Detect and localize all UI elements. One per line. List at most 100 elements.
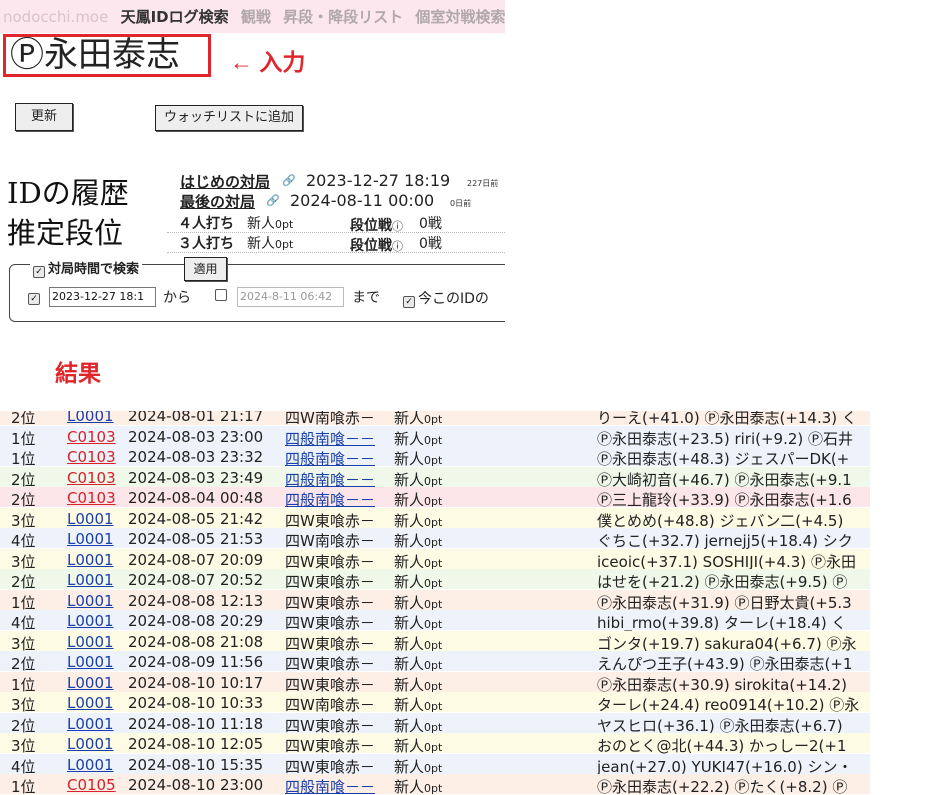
table-row: 1位 C0103 2024-08-03 23:00 四般南喰－－ Ⓟ永田泰志(+23.5… [0, 425, 870, 448]
dan-cell: 新人0pt [394, 778, 443, 795]
rank-war-count: 0戦 [419, 216, 442, 232]
rank-mode: ４人打ち [178, 216, 234, 232]
results-table: 2位 L0001 2024-08-01 21:17 四W南喰赤－ りーえ(+41.0) … [0, 411, 870, 795]
refresh-button[interactable]: 更新 [15, 103, 73, 131]
table-row: 2位 L0001 2024-08-10 11:18 四W東喰赤－ ヤスヒロ(+36.1)… [0, 712, 870, 735]
table-row: 1位 C0103 2024-08-03 23:32 四般南喰－－ Ⓟ永田泰志(+48.3… [0, 446, 870, 468]
game-date-cell: 2024-08-08 21:08 [128, 632, 264, 651]
lobby-link[interactable]: C0103 [67, 448, 116, 466]
lobby-link[interactable]: L0001 [67, 510, 114, 528]
game-date-cell: 2024-08-03 23:49 [128, 468, 264, 487]
last-game-date: 2024-08-11 00:00 [290, 191, 435, 210]
table-row: 2位 C0103 2024-08-04 00:48 四般南喰－－ Ⓟ三上龍玲(+33.9… [0, 487, 870, 509]
from-datetime-input[interactable]: 2023-12-27 18:1 [49, 287, 156, 307]
table-row: 2位 C0103 2024-08-03 23:49 四般南喰－－ Ⓟ大崎初音(+46.7… [0, 466, 870, 489]
nav-id-log-search[interactable]: 天鳳IDログ検索 [121, 8, 229, 26]
top-nav: nodocchi.moe 天鳳IDログ検索 観戦 昇段・降段リスト 個室対戦検索 [0, 0, 505, 33]
game-date-cell: 2024-08-03 23:00 [128, 427, 264, 446]
first-game-row: はじめの対局 🔗 2023-12-27 18:19 227日前 [167, 170, 505, 192]
add-to-watchlist-button[interactable]: ウォッチリストに追加 [155, 105, 303, 131]
rank-dan: 新人0pt [247, 216, 294, 232]
lobby-link[interactable]: L0001 [67, 653, 114, 671]
lobby-link[interactable]: L0001 [67, 735, 114, 753]
game-date-cell: 2024-08-01 21:17 [128, 411, 264, 425]
lobby-link[interactable]: L0001 [67, 694, 114, 712]
rank-dan: 新人0pt [247, 236, 294, 252]
last-game-link[interactable]: 最後の対局 [180, 191, 255, 212]
last-game-row: 最後の対局 🔗 2024-08-11 00:00 0日前 [167, 190, 505, 212]
game-date-cell: 2024-08-07 20:09 [128, 550, 264, 569]
table-row: 3位 L0001 2024-08-10 12:05 四W東喰赤－ おのとく@北(+44.… [0, 733, 870, 755]
lobby-link[interactable]: C0103 [67, 489, 116, 507]
lobby-link[interactable]: L0001 [67, 411, 114, 425]
table-row: 2位 L0001 2024-08-09 11:56 四W東喰赤－ えんぴつ王子(+43.… [0, 651, 870, 673]
game-date-cell: 2024-08-04 00:48 [128, 489, 264, 507]
annotation-input: ← 入力 [230, 49, 306, 75]
nav-rank-change-list[interactable]: 昇段・降段リスト [283, 8, 403, 26]
checkbox-icon[interactable]: ✓ [33, 266, 45, 278]
table-row: 2位 L0001 2024-08-01 21:17 四W南喰赤－ りーえ(+41.0) … [0, 411, 870, 427]
game-date-cell: 2024-08-05 21:53 [128, 530, 264, 548]
table-row: 1位 L0001 2024-08-08 12:13 四W東喰赤－ Ⓟ永田泰志(+31.9… [0, 589, 870, 612]
game-date-cell: 2024-08-09 11:56 [128, 653, 264, 671]
game-date-cell: 2024-08-08 20:29 [128, 612, 264, 630]
table-row: 3位 L0001 2024-08-05 21:42 四W東喰赤－ 僕とめめ(+48.8)… [0, 507, 870, 530]
to-checkbox[interactable] [215, 288, 230, 304]
link-icon[interactable]: 🔗 [282, 174, 296, 187]
lobby-link[interactable]: L0001 [67, 756, 114, 774]
game-date-cell: 2024-08-07 20:52 [128, 571, 264, 589]
rank-mode: ３人打ち [178, 236, 234, 252]
game-date-cell: 2024-08-10 10:33 [128, 694, 264, 712]
lobby-link[interactable]: C0103 [67, 428, 116, 446]
nav-watch[interactable]: 観戦 [241, 8, 271, 26]
annotation-result: 結果 [55, 360, 101, 386]
lobby-link[interactable]: L0001 [67, 571, 114, 589]
table-row: 2位 L0001 2024-08-07 20:52 四W東喰赤－ はせを(+21.2) … [0, 569, 870, 591]
lobby-link[interactable]: L0001 [67, 551, 114, 569]
game-history: はじめの対局 🔗 2023-12-27 18:19 227日前 最後の対局 🔗 … [167, 170, 505, 212]
lobby-link[interactable]: L0001 [67, 633, 114, 651]
current-id-label: 今このIDの [418, 291, 489, 307]
last-game-ago: 0日前 [450, 199, 472, 208]
player-id-input[interactable]: Ⓟ永田泰志 [3, 34, 211, 77]
game-date-cell: 2024-08-10 15:35 [128, 755, 264, 774]
table-row: 1位 L0001 2024-08-10 10:17 四W東喰赤－ Ⓟ永田泰志(+30.9… [0, 671, 870, 694]
table-row: 4位 L0001 2024-08-10 15:35 四W東喰赤－ jean(+27.0)… [0, 753, 870, 776]
id-history-heading: IDの履歴 [7, 176, 129, 210]
to-suffix: まで [352, 290, 380, 306]
from-checkbox[interactable]: ✓ [28, 288, 43, 305]
rank-row-4p: ４人打ち 新人0pt 段位戦ⓘ 0戦 [167, 212, 505, 234]
table-row: 1位 C0105 2024-08-10 23:00 四般南喰－－ Ⓟ永田泰志(+22.2… [0, 774, 870, 795]
first-game-link[interactable]: はじめの対局 [180, 171, 270, 192]
game-date-cell: 2024-08-05 21:42 [128, 509, 264, 528]
lobby-link[interactable]: L0001 [67, 530, 114, 548]
game-date-cell: 2024-08-10 12:05 [128, 735, 264, 753]
time-filter-legend[interactable]: ✓ 対局時間で検索 [30, 258, 143, 278]
table-row: 3位 L0001 2024-08-10 10:33 四W南喰赤－ ターレ(+24.4) … [0, 692, 870, 714]
first-game-date: 2023-12-27 18:19 [306, 171, 451, 190]
link-icon[interactable]: 🔗 [266, 194, 280, 207]
site-logo-link[interactable]: nodocchi.moe [3, 8, 108, 26]
lobby-link[interactable]: L0001 [67, 592, 114, 610]
lobby-link[interactable]: C0103 [67, 469, 116, 487]
to-datetime-input[interactable]: 2024-8-11 06:42 [237, 287, 344, 307]
table-row: 4位 L0001 2024-08-05 21:53 四W南喰赤－ ぐちこ(+32.7) … [0, 528, 870, 550]
rank-cell: 1位 [11, 778, 36, 795]
lobby-link[interactable]: L0001 [67, 715, 114, 733]
time-filter-row: ✓ 2023-12-27 18:1 から 2024-8-11 06:42 まで … [0, 287, 505, 308]
cropped-row [14, 318, 204, 324]
lobby-link[interactable]: L0001 [67, 674, 114, 692]
crop-mask [505, 250, 565, 340]
game-date-cell: 2024-08-03 23:32 [128, 448, 264, 466]
rank-war-label: 段位戦ⓘ [350, 238, 403, 254]
nav-private-room-search[interactable]: 個室対戦検索 [415, 8, 505, 26]
apply-button[interactable]: 適用 [184, 257, 227, 281]
info-icon[interactable]: ⓘ [392, 240, 403, 253]
rank-war-count: 0戦 [419, 236, 442, 252]
table-row: 3位 L0001 2024-08-07 20:09 四W東喰赤－ iceoic(+37.… [0, 548, 870, 571]
table-row: 4位 L0001 2024-08-08 20:29 四W東喰赤－ hibi_rmo(+3… [0, 610, 870, 632]
current-id-checkbox[interactable]: ✓ 今このIDの [403, 288, 489, 308]
rule-cell[interactable]: 四般南喰－－ [285, 776, 375, 795]
lobby-link[interactable]: L0001 [67, 612, 114, 630]
lobby-link[interactable]: C0105 [67, 776, 116, 794]
